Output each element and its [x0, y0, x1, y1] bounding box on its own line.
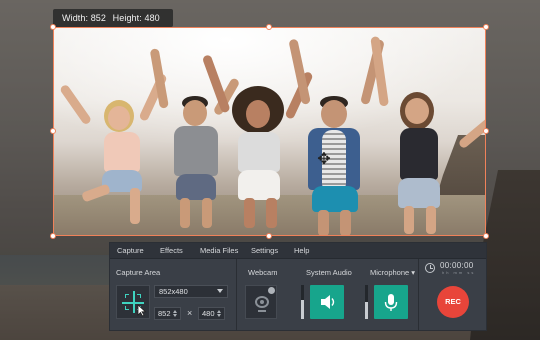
system-audio-level-meter[interactable]: [301, 285, 304, 319]
speaker-icon: [321, 295, 335, 309]
webcam-icon: [255, 296, 269, 308]
microphone-toggle-button[interactable]: [374, 285, 408, 319]
menu-settings[interactable]: Settings: [251, 243, 278, 259]
capture-preset-select[interactable]: 852x480: [154, 285, 228, 298]
resize-handle-bottom-left[interactable]: [50, 233, 56, 239]
alarm-clock-icon[interactable]: [425, 263, 435, 273]
person-4: [288, 38, 385, 235]
menu-effects[interactable]: Effects: [160, 243, 183, 259]
person-5: [370, 36, 485, 235]
menu-bar: Capture Effects Media Files Settings Hel…: [110, 243, 486, 259]
capture-width-value: 852: [158, 309, 171, 318]
timer-units: hh mm ss: [442, 270, 476, 275]
webcam-label: Webcam: [248, 268, 278, 277]
resize-handle-top-right[interactable]: [483, 24, 489, 30]
resize-handle-top-left[interactable]: [50, 24, 56, 30]
width-stepper-icon[interactable]: [173, 309, 178, 318]
menu-help[interactable]: Help: [294, 243, 309, 259]
menu-capture[interactable]: Capture: [117, 243, 144, 259]
resize-handle-right[interactable]: [483, 128, 489, 134]
chevron-down-icon: [217, 289, 223, 293]
section-divider: [418, 259, 419, 331]
height-stepper-icon[interactable]: [217, 309, 222, 318]
person-1: [59, 68, 168, 235]
capture-width-input[interactable]: 852: [154, 307, 181, 320]
rec-button[interactable]: REC: [437, 286, 469, 318]
menu-media-files[interactable]: Media Files: [200, 243, 238, 259]
times-symbol: ×: [187, 308, 193, 318]
resize-handle-top[interactable]: [266, 24, 272, 30]
resize-handle-bottom-right[interactable]: [483, 233, 489, 239]
section-divider: [236, 259, 237, 331]
gear-icon[interactable]: [268, 287, 275, 294]
microphone-level-fill: [365, 302, 368, 319]
system-audio-toggle-button[interactable]: [310, 285, 344, 319]
select-area-button[interactable]: [116, 285, 150, 319]
move-cursor-icon: ✥: [317, 151, 331, 168]
system-audio-label: System Audio: [306, 268, 352, 277]
recording-timer: 00:00:00: [440, 261, 474, 270]
capture-height-value: 480: [202, 309, 215, 318]
dimensions-width-text: Width: 852: [62, 13, 107, 23]
microphone-level-meter[interactable]: [365, 285, 368, 319]
system-audio-level-fill: [301, 300, 304, 319]
dimensions-height-text: Height: 480: [112, 13, 160, 23]
microphone-icon: [384, 294, 398, 311]
webcam-toggle-button[interactable]: [245, 285, 277, 319]
microphone-dropdown[interactable]: Microphone ▾: [370, 268, 415, 277]
capture-area-frame[interactable]: ✥: [53, 27, 486, 236]
recorder-control-panel: Capture Effects Media Files Settings Hel…: [109, 242, 487, 331]
capture-dimensions-label: Width: 852 Height: 480: [53, 9, 173, 27]
capture-preset-value: 852x480: [159, 287, 188, 296]
resize-handle-left[interactable]: [50, 128, 56, 134]
cursor-arrow-icon: [137, 304, 147, 317]
capture-area-label: Capture Area: [116, 268, 161, 277]
resize-handle-bottom[interactable]: [266, 233, 272, 239]
webcam-stand: [258, 310, 266, 312]
capture-height-input[interactable]: 480: [198, 307, 225, 320]
